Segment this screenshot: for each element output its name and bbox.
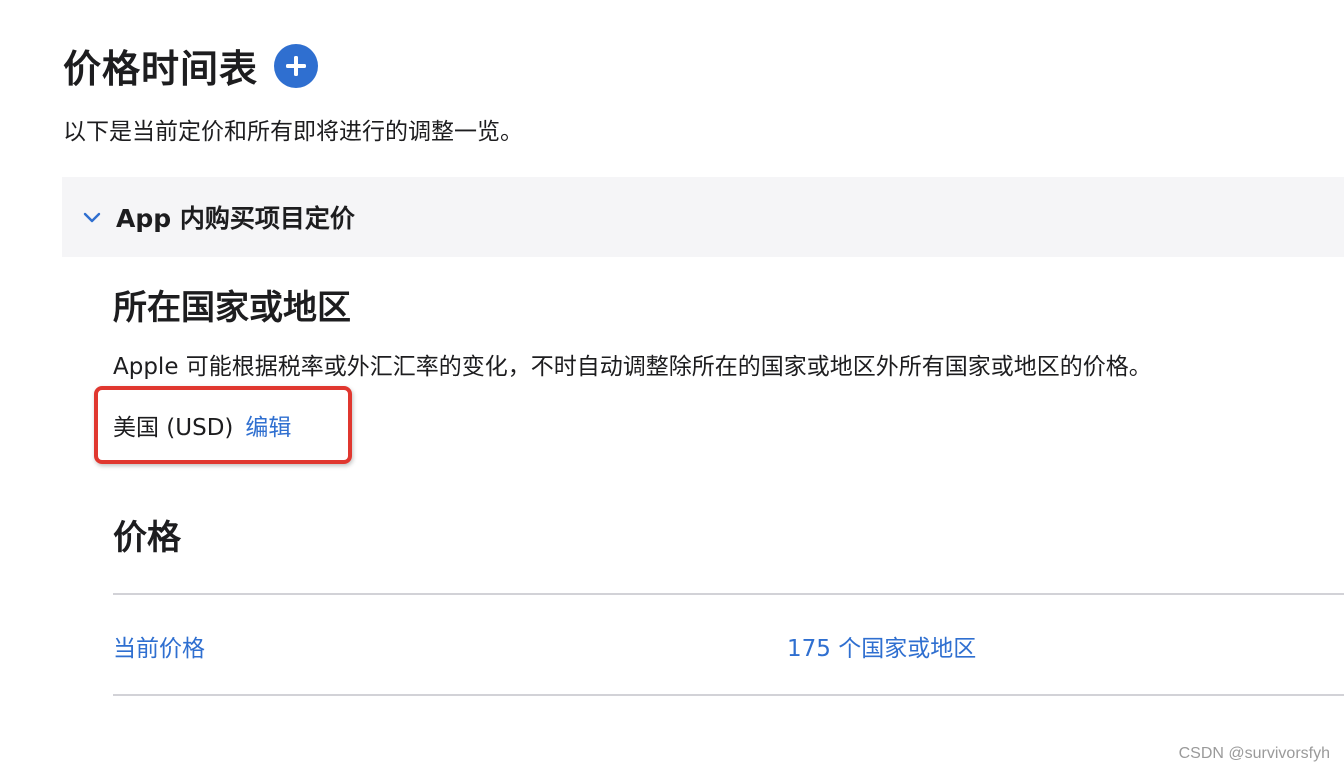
section-title: App 内购买项目定价	[116, 204, 355, 233]
header: 价格时间表	[63, 38, 319, 93]
current-price-link[interactable]: 当前价格	[113, 629, 205, 663]
annotation-highlight-box	[94, 386, 352, 464]
price-schedule-page: 价格时间表 以下是当前定价和所有即将进行的调整一览。 App 内购买项目定价 所…	[0, 0, 1344, 774]
price-heading: 价格	[113, 518, 181, 558]
countries-count-link[interactable]: 175 个国家或地区	[787, 629, 976, 663]
page-title: 价格时间表	[63, 47, 259, 91]
in-app-purchase-pricing-section-toggle[interactable]: App 内购买项目定价	[62, 177, 1344, 257]
add-price-button[interactable]	[274, 43, 319, 88]
country-heading: 所在国家或地区	[113, 288, 351, 328]
watermark: CSDN @survivorsfyh	[1178, 745, 1330, 762]
page-subtitle: 以下是当前定价和所有即将进行的调整一览。	[63, 119, 523, 145]
country-description: Apple 可能根据税率或外汇汇率的变化，不时自动调整除所在的国家或地区外所有国…	[113, 354, 1152, 380]
plus-icon	[286, 55, 307, 76]
divider	[113, 694, 1344, 696]
divider	[113, 593, 1344, 595]
chevron-down-icon	[82, 207, 102, 227]
